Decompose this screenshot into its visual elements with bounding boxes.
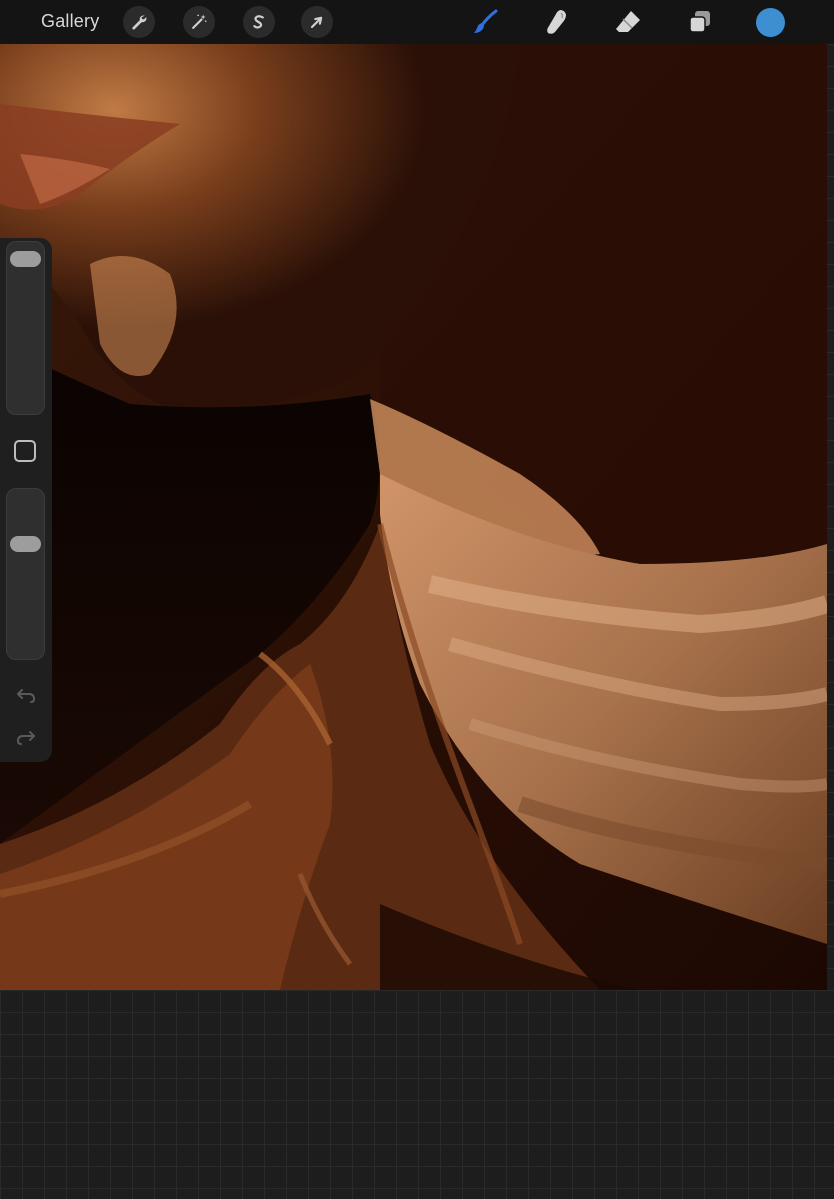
redo-button[interactable] <box>12 725 40 749</box>
actions-button[interactable] <box>123 6 155 38</box>
smudge-tool-button[interactable] <box>541 6 573 38</box>
eraser-tool-button[interactable] <box>612 6 644 38</box>
gallery-button[interactable]: Gallery <box>41 11 99 32</box>
magic-wand-icon <box>192 14 207 29</box>
opacity-thumb[interactable] <box>10 536 41 553</box>
painting-artwork <box>0 44 827 990</box>
color-picker-swatch[interactable] <box>756 8 785 37</box>
brush-icon <box>474 9 498 33</box>
wrench-icon <box>132 15 147 30</box>
transform-button[interactable] <box>301 6 333 38</box>
brush-tool-button[interactable] <box>470 6 502 38</box>
selection-s-icon <box>253 15 264 29</box>
left-sidebar <box>0 238 52 762</box>
layers-icon <box>689 11 710 33</box>
undo-arrow-icon <box>17 689 36 703</box>
adjustments-button[interactable] <box>183 6 215 38</box>
layers-button[interactable] <box>684 6 716 38</box>
brush-size-thumb[interactable] <box>10 251 41 267</box>
undo-button[interactable] <box>12 683 40 707</box>
eraser-icon <box>616 11 640 32</box>
opacity-slider[interactable] <box>6 488 45 660</box>
top-toolbar: Gallery <box>0 0 834 44</box>
smudge-finger-icon <box>547 10 566 34</box>
painting-canvas[interactable] <box>0 44 827 990</box>
square-outline-icon[interactable] <box>14 440 36 462</box>
arrow-cursor-icon <box>310 16 323 29</box>
selection-button[interactable] <box>243 6 275 38</box>
brush-size-slider[interactable] <box>6 241 45 415</box>
redo-arrow-icon <box>16 731 35 745</box>
